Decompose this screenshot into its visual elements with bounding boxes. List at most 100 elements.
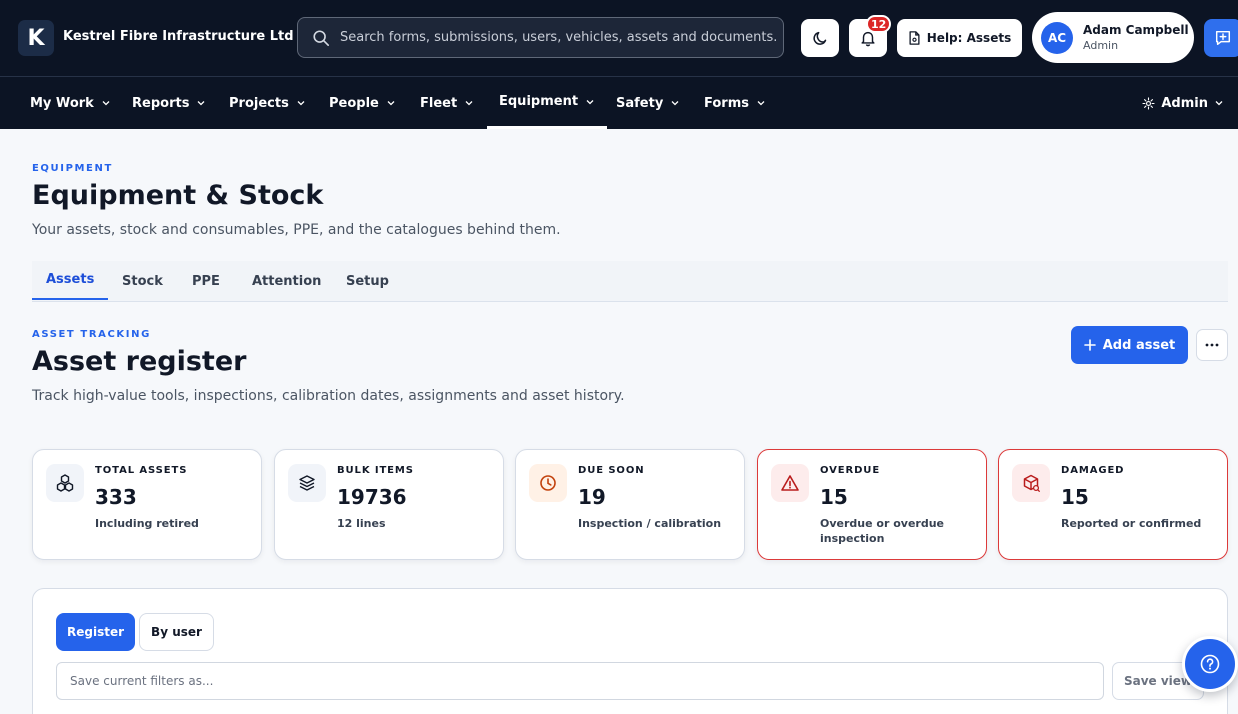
card-note: Including retired: [95, 517, 199, 530]
chevron-down-icon: [297, 101, 305, 106]
notifications-button[interactable]: 12: [849, 15, 892, 57]
tab-ppe[interactable]: PPE: [178, 261, 234, 301]
gear-icon: [1142, 96, 1155, 110]
tab-setup[interactable]: Setup: [332, 261, 403, 301]
user-name: Adam Campbell: [1083, 22, 1189, 37]
view-register-button[interactable]: Register: [56, 613, 135, 651]
help-fab-button[interactable]: [1182, 636, 1238, 692]
nav-label: Equipment: [499, 94, 579, 109]
question-circle-icon: [1200, 654, 1220, 674]
section-eyebrow: ASSET TRACKING: [32, 329, 151, 340]
moon-icon: [813, 31, 827, 45]
logo-letter: K: [27, 25, 45, 51]
card-value: 19: [578, 485, 606, 509]
nav-equipment[interactable]: Equipment: [487, 77, 608, 129]
more-options-button[interactable]: [1196, 329, 1228, 361]
equipment-tabs: Assets Stock PPE Attention Setup: [32, 261, 1228, 302]
search-icon: [313, 29, 330, 46]
chevron-down-icon: [197, 101, 205, 106]
nav-label: Projects: [229, 95, 289, 111]
chevron-down-icon: [465, 101, 473, 106]
card-icon-wrap: [288, 464, 326, 502]
card-icon-wrap: [46, 464, 84, 502]
user-role: Admin: [1083, 38, 1119, 52]
clock-icon: [540, 475, 556, 491]
card-label: BULK ITEMS: [337, 465, 414, 476]
page-title: Equipment & Stock: [32, 180, 324, 211]
tab-attention[interactable]: Attention: [238, 261, 335, 301]
card-note: Reported or confirmed: [1061, 517, 1202, 530]
nav-admin[interactable]: Admin: [1142, 77, 1224, 129]
nav-forms[interactable]: Forms: [704, 77, 766, 129]
warning-icon: [781, 475, 799, 491]
chevron-down-icon: [102, 101, 110, 106]
nav-people[interactable]: People: [329, 77, 396, 129]
card-label: DUE SOON: [578, 465, 645, 476]
main-nav: My Work Reports Projects People Fleet Eq…: [0, 76, 1238, 129]
nav-label: My Work: [30, 95, 94, 111]
nav-label: Safety: [616, 95, 664, 111]
help-button[interactable]: Help: Assets: [897, 19, 1022, 57]
add-asset-label: Add asset: [1102, 337, 1176, 353]
plus-icon: [1083, 339, 1096, 351]
section-subtitle: Track high-value tools, inspections, cal…: [32, 388, 625, 404]
card-label: DAMAGED: [1061, 465, 1125, 476]
nav-safety[interactable]: Safety: [616, 77, 680, 129]
document-icon: [909, 31, 920, 45]
nav-fleet[interactable]: Fleet: [420, 77, 474, 129]
notification-count-badge: 12: [866, 15, 892, 33]
stat-card-due-soon[interactable]: DUE SOON 19 Inspection / calibration: [515, 449, 745, 560]
layers-icon: [299, 475, 315, 491]
stat-card-bulk-items[interactable]: BULK ITEMS 19736 12 lines: [274, 449, 504, 560]
nav-admin-label: Admin: [1161, 95, 1208, 111]
card-note: 12 lines: [337, 517, 386, 530]
view-by-user-button[interactable]: By user: [139, 613, 214, 651]
chevron-down-icon: [1215, 101, 1223, 106]
card-value: 15: [1061, 485, 1089, 509]
user-text: Adam Campbell Admin: [1083, 23, 1189, 53]
tab-stock[interactable]: Stock: [108, 261, 177, 301]
card-label: OVERDUE: [820, 465, 881, 476]
nav-my-work[interactable]: My Work: [30, 77, 111, 129]
theme-toggle-button[interactable]: [801, 19, 839, 57]
more-horizontal-icon: [1205, 343, 1219, 347]
card-label: TOTAL ASSETS: [95, 465, 188, 476]
chevron-down-icon: [387, 101, 395, 106]
card-note: Overdue or overdue inspection: [820, 517, 944, 545]
nav-projects[interactable]: Projects: [229, 77, 306, 129]
chevron-down-icon: [671, 101, 679, 106]
search-input[interactable]: [340, 30, 780, 45]
company-logo[interactable]: K: [18, 20, 54, 56]
card-icon-wrap: [771, 464, 809, 502]
stat-card-overdue[interactable]: OVERDUE 15 Overdue or overdue inspection: [757, 449, 987, 560]
chevron-down-icon: [586, 99, 594, 104]
company-name: Kestrel Fibre Infrastructure Ltd: [63, 29, 294, 44]
top-bar: K Kestrel Fibre Infrastructure Ltd 12 He…: [0, 0, 1238, 76]
section-title: Asset register: [32, 346, 247, 377]
save-filters-input[interactable]: [56, 662, 1104, 700]
help-button-label: Help: Assets: [926, 31, 1012, 45]
card-value: 15: [820, 485, 848, 509]
card-value: 333: [95, 485, 137, 509]
page-subtitle: Your assets, stock and consumables, PPE,…: [32, 222, 561, 238]
damaged-box-icon: [1023, 474, 1040, 492]
assets-icon: [56, 474, 74, 492]
nav-reports[interactable]: Reports: [132, 77, 206, 129]
chevron-down-icon: [757, 101, 765, 106]
avatar: AC: [1041, 21, 1073, 54]
tab-assets[interactable]: Assets: [32, 261, 109, 300]
stat-card-damaged[interactable]: DAMAGED 15 Reported or confirmed: [998, 449, 1228, 560]
nav-label: Forms: [704, 95, 749, 111]
page-eyebrow: EQUIPMENT: [32, 163, 113, 174]
global-search[interactable]: [297, 17, 784, 58]
nav-label: People: [329, 95, 379, 111]
add-asset-button[interactable]: Add asset: [1071, 326, 1188, 364]
feedback-button[interactable]: [1204, 19, 1238, 57]
nav-label: Fleet: [420, 95, 458, 111]
nav-label: Reports: [132, 95, 190, 111]
stat-card-total-assets[interactable]: TOTAL ASSETS 333 Including retired: [32, 449, 262, 560]
user-menu[interactable]: AC Adam Campbell Admin: [1032, 12, 1194, 63]
card-icon-wrap: [529, 464, 567, 502]
card-icon-wrap: [1012, 464, 1050, 502]
message-plus-icon: [1215, 30, 1231, 46]
